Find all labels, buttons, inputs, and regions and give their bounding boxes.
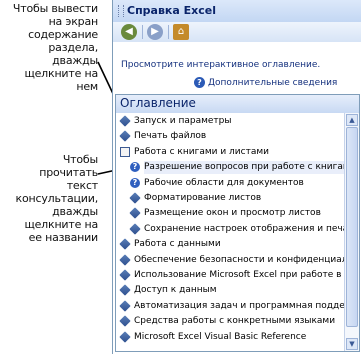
back-arrow-icon[interactable]: ◀ [121,24,137,40]
book-closed-icon [119,284,131,297]
browse-toc-link[interactable]: Просмотрите интерактивное оглавление. [121,60,320,70]
scroll-down-icon[interactable]: ▼ [346,338,358,350]
book-closed-icon [129,207,141,220]
toc-item[interactable]: Форматирование листов [129,192,340,205]
pane-title-bar[interactable]: Справка Excel [113,0,361,23]
book-closed-icon [119,115,131,127]
toc-item[interactable]: Работа с данными [119,238,340,251]
help-page-icon: ? [130,162,140,173]
toc-item[interactable]: Доступ к данным [119,284,340,297]
toc-panel: Оглавление Запуск и параметры Печать файл… [115,94,360,352]
toc-item[interactable]: Использование Microsoft Excel при работе… [119,269,344,282]
help-task-pane: Справка Excel ◀ ▶ ⌂ Просмотрите интеракт… [112,0,361,354]
toc-item-label: Работа с данными [134,239,221,250]
toc-item[interactable]: Средства работы с конкретными языками [119,315,340,328]
scroll-thumb[interactable] [346,127,358,327]
book-closed-icon [119,330,131,343]
toolbar-divider [168,25,169,39]
toc-item-label: Форматирование листов [144,193,262,203]
toc-title: Оглавление [120,96,196,110]
book-closed-icon [129,223,141,235]
toc-item[interactable]: Автоматизация задач и программная поддер… [119,300,344,313]
toc-item-label: Запуск и параметры [134,116,232,126]
toc-item-label: Использование Microsoft Excel при работе… [134,270,344,280]
book-closed-icon [119,300,131,312]
toc-item-label: Размещение окон и просмотр листов [144,208,321,219]
toc-item-label: Печать файлов [134,131,207,142]
book-closed-icon [119,238,131,250]
scroll-up-icon[interactable]: ▲ [346,114,358,126]
toc-item[interactable]: Обеспечение безопасности и конфиденциаль… [119,253,344,267]
toc-item-label: Разрешение вопросов при работе с книгами [144,161,344,175]
pane-info: Просмотрите интерактивное оглавление. ? … [113,42,361,92]
more-info-label: Дополнительные сведения [208,78,338,88]
more-info-link[interactable]: ? Дополнительные сведения [194,77,338,88]
toc-item[interactable]: Запуск и параметры [119,115,340,128]
book-closed-icon [119,130,131,143]
toc-item[interactable]: ? Рабочие области для документов [130,177,340,190]
toc-item-label: Автоматизация задач и программная поддер… [134,300,344,311]
help-icon: ? [194,77,205,88]
help-page-icon: ? [130,177,140,188]
toolbar-divider [142,25,143,39]
toc-item-label: Работа с книгами и листами [134,146,269,157]
pane-toolbar: ◀ ▶ ⌂ [113,22,361,43]
home-icon[interactable]: ⌂ [173,24,189,40]
toc-item[interactable]: ? Разрешение вопросов при работе с книгам… [130,161,344,175]
pane-title: Справка Excel [127,4,217,17]
book-closed-icon [119,269,131,281]
toc-item[interactable]: Microsoft Excel Visual Basic Reference [119,330,340,344]
toc-item[interactable]: Сохранение настроек отображения и печати [129,223,344,236]
forward-arrow-icon[interactable]: ▶ [147,24,163,40]
callout-open-section: Чтобы вывести на экран содержание раздел… [12,2,98,93]
book-closed-icon [129,192,141,204]
callout-read-topic: Чтобы прочитать текст консультации, дваж… [15,153,99,244]
toc-item[interactable]: Работа с книгами и листами [120,146,340,159]
toc-header: Оглавление [116,95,359,113]
toc-item-label: Сохранение настроек отображения и печати [144,223,344,234]
book-open-icon [120,146,130,157]
book-closed-icon [119,315,131,327]
drag-grip-icon[interactable] [118,5,124,17]
toc-item-label: Рабочие области для документов [144,177,304,188]
book-closed-icon [119,253,131,266]
toc-item-label: Microsoft Excel Visual Basic Reference [134,331,307,342]
toc-item[interactable]: Размещение окон и просмотр листов [129,207,340,220]
toc-item-label: Обеспечение безопасности и конфиденциаль… [134,254,344,265]
toc-tree: Запуск и параметры Печать файлов Работа с … [116,115,344,351]
toc-scrollbar[interactable]: ▲ ▼ [344,113,359,351]
toc-item-label: Доступ к данным [134,285,217,296]
toc-item[interactable]: Печать файлов [119,130,340,143]
toc-item-label: Средства работы с конкретными языками [134,316,336,327]
